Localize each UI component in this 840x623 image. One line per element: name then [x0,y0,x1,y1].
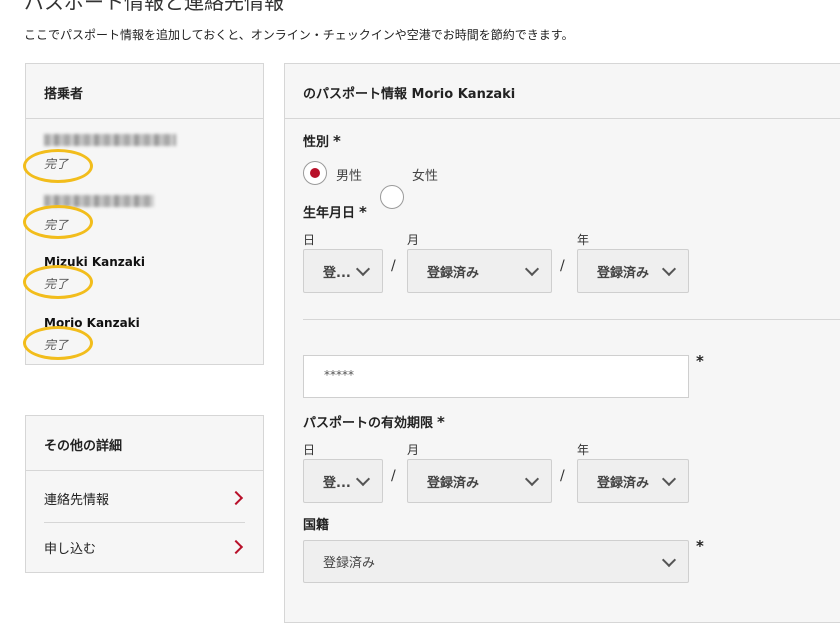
birth-day-select[interactable]: 登... [303,249,383,293]
expiry-day-select[interactable]: 登... [303,459,383,503]
section-divider [303,319,840,320]
highlight-circle [23,326,93,360]
apply-link[interactable]: 申し込む [44,523,245,571]
contact-info-link[interactable]: 連絡先情報 [44,474,245,523]
birth-day-label: 日 [303,233,316,247]
other-details-panel: その他の詳細 連絡先情報 申し込む [25,415,264,573]
apply-label: 申し込む [44,541,97,557]
date-separator: / [560,468,565,484]
highlight-circle [23,205,93,239]
gender-female-radio[interactable] [380,185,404,209]
gender-label: 性別 * [303,132,341,150]
nationality-select[interactable]: 登録済み [303,540,689,583]
birth-date-label: 生年月日 * [303,203,367,221]
passport-number-required: * [696,352,704,370]
form-heading-divider [285,118,840,119]
highlight-circle [23,265,93,299]
highlight-circle [23,149,93,183]
chevron-right-icon [228,539,244,555]
gender-male-label[interactable]: 男性 [336,165,362,184]
birth-year-select[interactable]: 登録済み [577,249,689,293]
nationality-label: 国籍 [303,518,330,533]
birth-month-select[interactable]: 登録済み [407,249,552,293]
passport-number-input[interactable]: ***** [303,355,689,398]
chevron-down-icon [524,261,540,277]
page-subtitle: ここでパスポート情報を追加しておくと、オンライン・チェックインや空港でお時間を節… [24,28,574,42]
page-title: パスポート情報と連絡先情報 [24,0,284,14]
passport-form-panel [284,63,840,623]
expiry-label: パスポートの有効期限 * [303,413,445,431]
date-separator: / [560,258,565,274]
chevron-down-icon [355,261,371,277]
expiry-month-select[interactable]: 登録済み [407,459,552,503]
gender-female-label[interactable]: 女性 [412,165,438,184]
nationality-required: * [696,537,704,555]
expiry-day-label: 日 [303,443,316,457]
expiry-year-select[interactable]: 登録済み [577,459,689,503]
contact-info-label: 連絡先情報 [44,492,110,508]
form-heading: のパスポート情報 Morio Kanzaki [303,87,516,102]
chevron-down-icon [661,471,677,487]
chevron-down-icon [355,471,371,487]
chevron-down-icon [661,261,677,277]
expiry-month-label: 月 [407,443,420,457]
date-separator: / [391,468,396,484]
chevron-right-icon [228,490,244,506]
blurred-passenger-name [44,134,176,146]
other-details-heading: その他の詳細 [26,416,263,471]
gender-male-radio[interactable] [303,161,327,185]
birth-year-label: 年 [577,233,590,247]
chevron-down-icon [661,552,677,567]
expiry-year-label: 年 [577,443,590,457]
birth-month-label: 月 [407,233,420,247]
passengers-heading: 搭乗者 [26,64,263,119]
chevron-down-icon [524,471,540,487]
date-separator: / [391,258,396,274]
